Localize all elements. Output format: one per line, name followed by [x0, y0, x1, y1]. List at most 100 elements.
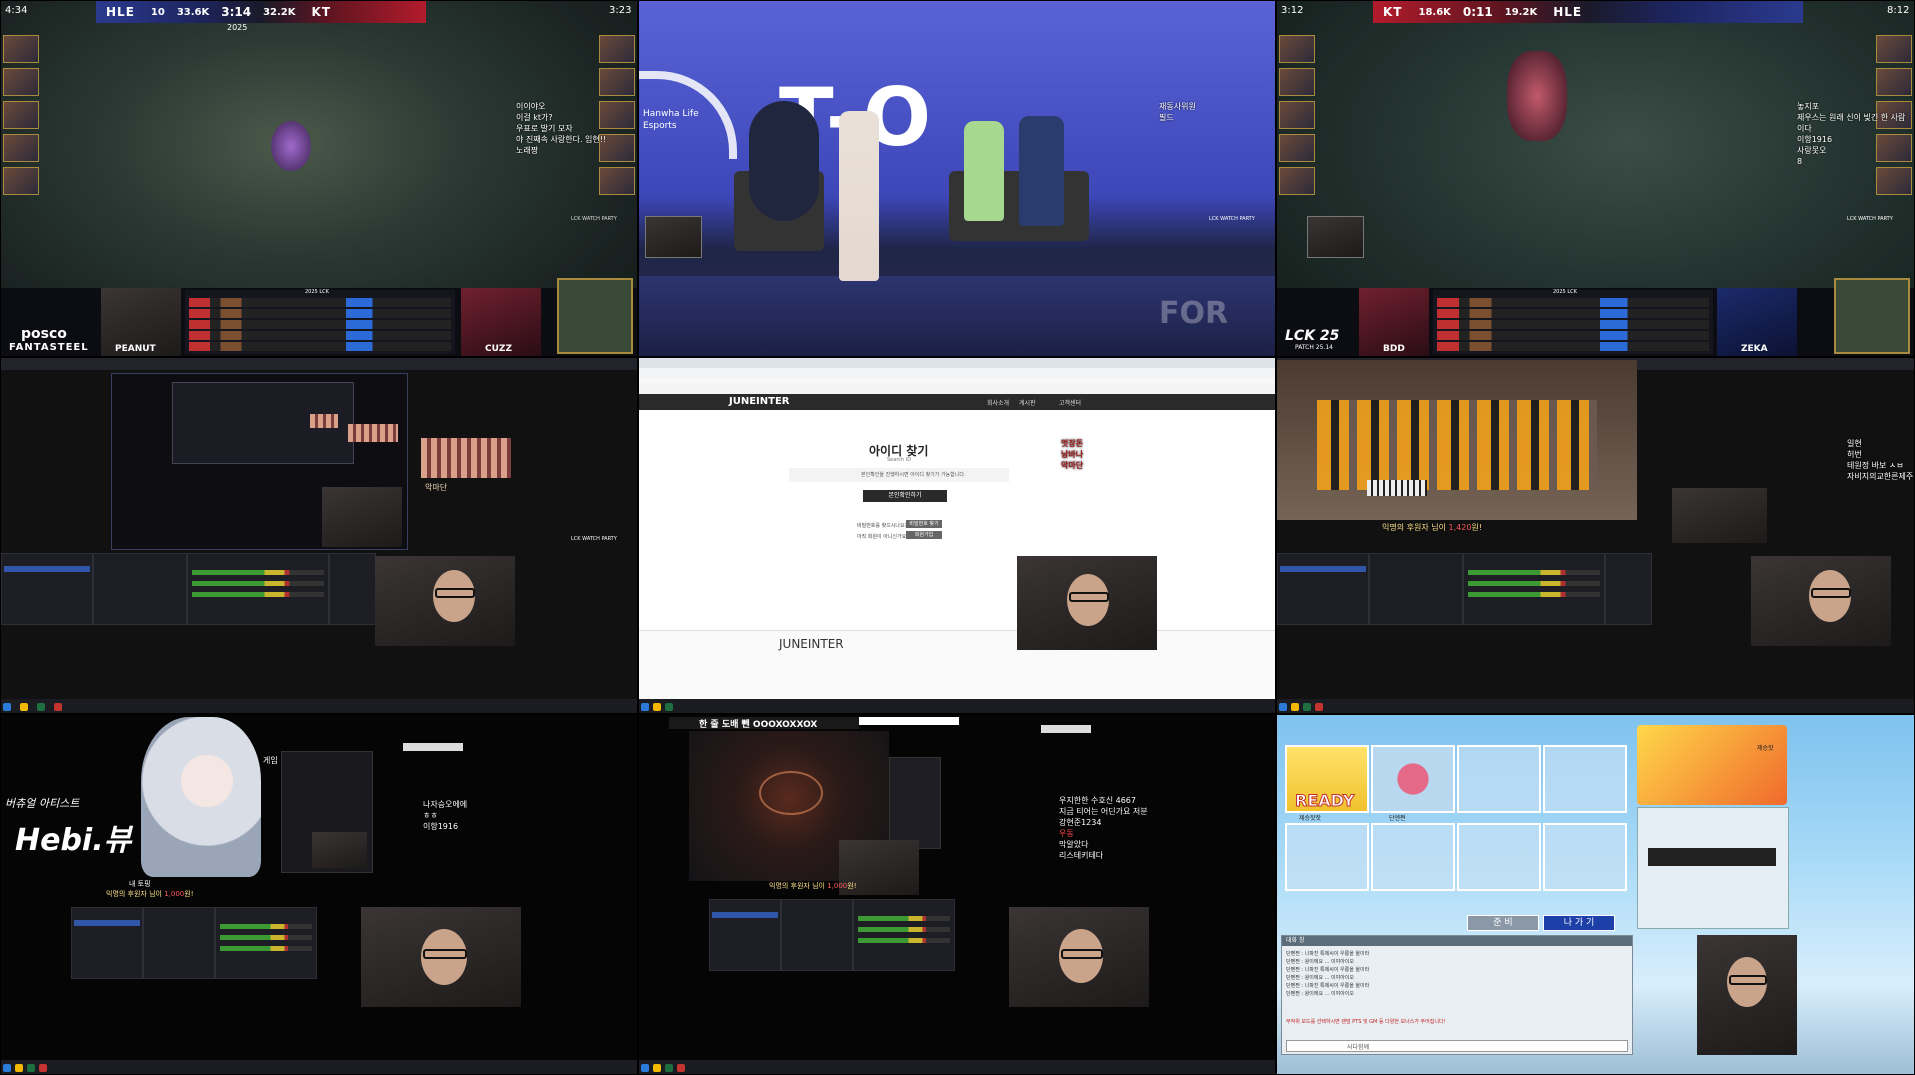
audio-mixer-panel[interactable] [187, 553, 329, 625]
nav-item[interactable]: 회사소개 [987, 398, 1009, 407]
stream-tile-game-obs[interactable]: 한 줄 도배 뻰 OOOXOXXOX 우지한한 수호신 4667 지금 티어는 어… [638, 714, 1276, 1075]
game-banner [1637, 725, 1787, 805]
audio-mixer-panel[interactable] [215, 907, 317, 979]
player-cam-left: BDD [1359, 288, 1429, 356]
streamer-cam-pip [645, 216, 702, 258]
stream-tile-lol-match-2[interactable]: 3:12 KT 18.6K 0:11 19.2K HLE 8:12 놓지포 제우스… [1276, 0, 1915, 357]
window-titlebar-2 [1041, 725, 1091, 733]
footer-logo: JUNEINTER [779, 637, 844, 651]
team-right-name: KT [311, 5, 331, 19]
year-label: 2025 [227, 23, 248, 32]
league-logo: LCK 25 [1285, 328, 1340, 344]
streamer-webcam [361, 907, 521, 1007]
nested-window[interactable] [281, 751, 373, 873]
site-header: JUNEINTER 회사소개 게시판 고객센터 [639, 394, 1275, 410]
folder-icon[interactable] [20, 703, 29, 711]
site-logo[interactable]: JUNEINTER [729, 396, 789, 407]
source-list-panel[interactable] [781, 899, 853, 971]
clock-right: 8:12 [1887, 5, 1910, 16]
streamer-cam-pip [1307, 216, 1364, 258]
stream-tile-lol-match-1[interactable]: 4:34 HLE 10 33.6K 3:14 32.2K KT 2025 3:2… [0, 0, 638, 357]
exit-button[interactable]: 나 가 기 [1543, 915, 1615, 931]
transition-panel[interactable] [1605, 553, 1652, 625]
taskbar [639, 1060, 1275, 1074]
top-label: 게임 [263, 756, 278, 765]
streamer-webcam [1697, 935, 1797, 1055]
scoreboard: HLE 10 33.6K 3:14 32.2K KT [96, 1, 426, 23]
signup-button[interactable]: 회원가입 [906, 531, 942, 539]
stream-tile-vtuber[interactable]: 버츄얼 아티스트 Hebi.뷰 게임 나자승오에에 ㅎㅎ 이항1916 내 토핑 익… [0, 714, 638, 1075]
page-body: 아이디 찾기 Search ID 본인확인을 진행하시면 아이디 찾기가 가능합… [639, 410, 1275, 630]
player-slot-2[interactable] [1371, 745, 1455, 813]
gold-right: 32.2K [263, 6, 296, 18]
app-icon[interactable] [37, 703, 46, 711]
player-cam-right: ZEKA [1717, 288, 1797, 356]
chat-overlay: 이이야오 이걸 kt가? 우표로 발기 모자 야 진째속 사랑한다. 임현!! 노래짱 [516, 102, 607, 155]
chat-input[interactable]: 사다함께 [1286, 1040, 1628, 1052]
player-slot-8[interactable] [1543, 823, 1627, 891]
find-password-button[interactable]: 비밀번호 찾기 [906, 520, 942, 528]
scene-list-panel[interactable] [1277, 553, 1369, 625]
scene-list-panel[interactable] [709, 899, 781, 971]
chat-header: 대화 창 [1282, 936, 1632, 946]
transition-panel[interactable] [329, 553, 376, 625]
streamer-webcam [1009, 907, 1149, 1007]
taskbar [1, 699, 637, 713]
side-panel[interactable] [889, 757, 941, 849]
nav-item[interactable]: 게시판 [1019, 398, 1036, 407]
start-button[interactable]: 준 비 [1467, 915, 1539, 931]
audio-mixer-panel[interactable] [853, 899, 955, 971]
app-icon-2[interactable] [54, 703, 63, 711]
source-list-panel[interactable] [93, 553, 187, 625]
source-list-panel[interactable] [143, 907, 215, 979]
donation-label: 익명의 후원자 님이 1,000원! [106, 890, 194, 898]
champion-column-left [1279, 35, 1315, 200]
settings-panel[interactable] [1637, 807, 1789, 929]
player-slot-1[interactable]: READY [1285, 745, 1369, 813]
watch-party-label: LCK WATCH PARTY [571, 536, 617, 542]
chat-overlay: 우지한한 수호신 4667 지금 티어는 어딘가요 저분 강현준1234 우동 막알았다… [1059, 796, 1148, 860]
room-label: 제승잣 [1757, 745, 1774, 752]
bookmarks-bar [639, 378, 1275, 384]
minimap [557, 278, 633, 354]
player-slot-4[interactable] [1543, 745, 1627, 813]
studio-floor: FOR [639, 276, 1275, 356]
host-person [839, 111, 879, 281]
browser-tabs[interactable] [639, 358, 1275, 368]
scene-list-panel[interactable] [71, 907, 143, 979]
chat-overlay: 놓지포 제우스는 원래 신이 빚긴 한 사람이다 이항1916 사랑못오 8 [1797, 102, 1906, 166]
patch-label: PATCH 25.14 [1295, 344, 1333, 351]
donation-label: 익명의 후원자 님이 1,420원! [1382, 523, 1482, 532]
window-titlebar [859, 717, 959, 725]
watch-party-label: LCK WATCH PARTY [571, 216, 617, 222]
gold-left: 33.6K [176, 6, 210, 18]
small-label: 내 토핑 [129, 880, 151, 888]
player-slot-5[interactable] [1285, 823, 1369, 891]
stream-tile-browser[interactable]: JUNEINTER 회사소개 게시판 고객센터 아이디 찾기 Search ID… [638, 357, 1276, 714]
scene-list-panel[interactable] [1, 553, 93, 625]
sponsor-logo-sub: FANTASTEEL [9, 342, 89, 353]
start-icon[interactable] [3, 703, 11, 711]
chat-messages: 단펜쩐 : 나파친 특제씨이 우롱을 윌이라 단펜쩐 : 왕이에요 ... 이야아… [1286, 951, 1370, 997]
confirm-button[interactable]: 본인확인하기 [863, 490, 947, 502]
artist-title: 버츄얼 아티스트 [5, 797, 80, 810]
stream-tile-obs-2[interactable]: 익명의 후원자 님이 1,420원! 일현 허번 테원정 바보 ㅅㅂ 자비지의교한른제… [1276, 357, 1915, 714]
stream-tile-obs-1[interactable]: 악마단 LCK WATCH PARTY [0, 357, 638, 714]
player-slot-7[interactable] [1457, 823, 1541, 891]
audio-mixer-panel[interactable] [1463, 553, 1605, 625]
player-slot-3[interactable] [1457, 745, 1541, 813]
stream-tile-studio[interactable]: Hanwha Life Esports T-O FOR 재동사위원필드 LCK … [638, 0, 1276, 357]
stream-tile-game-room[interactable]: READY 제승잣잣 단엔쩐 제승잣 준 비 나 가 기 대화 창 단펜쩐 : … [1276, 714, 1915, 1075]
sponsor-logo: posco [21, 326, 67, 342]
nav-item[interactable]: 고객센터 [1059, 398, 1081, 407]
team-left-name: HLE [106, 5, 135, 19]
obs-preview[interactable] [111, 373, 408, 550]
source-list-panel[interactable] [1369, 553, 1463, 625]
player-slot-6[interactable] [1371, 823, 1455, 891]
watch-party-label: LCK WATCH PARTY [1847, 216, 1893, 222]
series-score: 3:14 [221, 5, 252, 19]
clock-label: 4:34 [5, 5, 28, 16]
chat-panel[interactable]: 대화 창 단펜쩐 : 나파친 특제씨이 우롱을 윌이라 단펜쩐 : 왕이에요 ..… [1281, 935, 1633, 1055]
champion-sprite [1507, 51, 1567, 141]
parade-video[interactable] [1277, 360, 1637, 520]
